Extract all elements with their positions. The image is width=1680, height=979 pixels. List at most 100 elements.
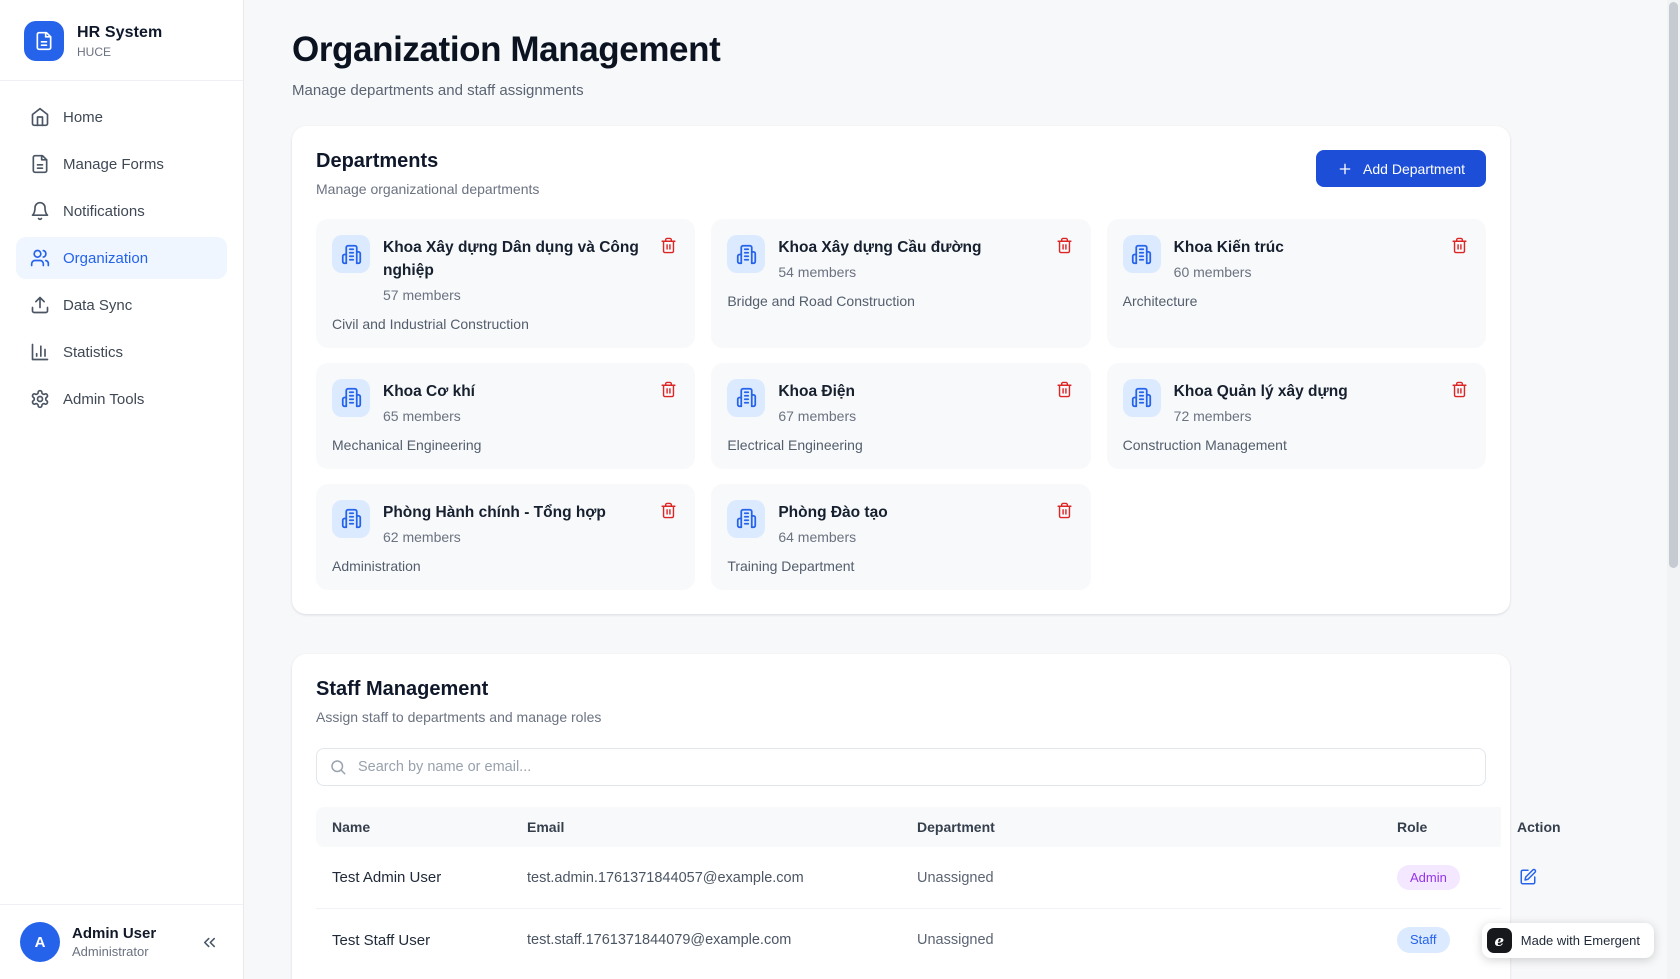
department-description: Training Department	[727, 558, 1074, 574]
trash-icon	[1056, 502, 1073, 519]
department-description: Civil and Industrial Construction	[332, 316, 679, 332]
staff-email: test.admin.1761371844057@example.com	[511, 847, 901, 909]
gear-icon	[30, 389, 50, 409]
forms-icon	[30, 154, 50, 174]
sidebar-collapse-button[interactable]	[196, 929, 223, 956]
home-icon	[30, 107, 50, 127]
page-subtitle: Manage departments and staff assignments	[292, 82, 1510, 99]
sidebar-nav: Home Manage Forms Notifications Organiza…	[0, 81, 243, 435]
department-members: 54 members	[778, 264, 1040, 280]
sidebar-item-notifications[interactable]: Notifications	[16, 190, 227, 232]
department-card: Khoa Xây dựng Dân dụng và Công nghiệp 57…	[316, 219, 695, 348]
table-header-row: Name Email Department Role Action	[316, 807, 1501, 847]
delete-department-button[interactable]	[658, 235, 679, 256]
bell-icon	[30, 201, 50, 221]
edit-icon	[1519, 868, 1537, 886]
sidebar-item-label: Home	[63, 109, 103, 126]
department-members: 62 members	[383, 529, 645, 545]
department-description: Electrical Engineering	[727, 437, 1074, 453]
main-content: Organization Management Manage departmen…	[244, 0, 1680, 979]
department-name: Phòng Đào tạo	[778, 502, 1040, 525]
departments-subtitle: Manage organizational departments	[316, 181, 539, 197]
made-with-emergent-badge[interactable]: e Made with Emergent	[1482, 923, 1654, 958]
building-icon	[1123, 379, 1161, 417]
departments-grid: Khoa Xây dựng Dân dụng và Công nghiệp 57…	[316, 219, 1486, 590]
sidebar: HR System HUCE Home Manage Forms Notific…	[0, 0, 244, 979]
users-icon	[30, 248, 50, 268]
trash-icon	[1056, 237, 1073, 254]
search-input[interactable]	[316, 748, 1486, 786]
sidebar-item-label: Manage Forms	[63, 156, 164, 173]
sidebar-item-home[interactable]: Home	[16, 96, 227, 138]
department-members: 57 members	[383, 287, 645, 303]
trash-icon	[1056, 381, 1073, 398]
department-name: Khoa Cơ khí	[383, 381, 645, 404]
department-name: Phòng Hành chính - Tổng hợp	[383, 502, 645, 525]
trash-icon	[1451, 381, 1468, 398]
delete-department-button[interactable]	[1449, 235, 1470, 256]
sidebar-item-organization[interactable]: Organization	[16, 237, 227, 279]
table-row: Test Admin User test.admin.1761371844057…	[316, 847, 1501, 909]
department-members: 64 members	[778, 529, 1040, 545]
sidebar-item-statistics[interactable]: Statistics	[16, 331, 227, 373]
department-card: Khoa Kiến trúc 60 members Architecture	[1107, 219, 1486, 348]
delete-department-button[interactable]	[658, 500, 679, 521]
department-members: 72 members	[1174, 408, 1436, 424]
department-description: Mechanical Engineering	[332, 437, 679, 453]
app-subtitle: HUCE	[77, 45, 162, 59]
sidebar-item-label: Statistics	[63, 344, 123, 361]
sidebar-user-section: A Admin User Administrator	[0, 904, 243, 979]
department-description: Architecture	[1123, 293, 1470, 309]
staff-name: Test Admin User	[316, 847, 511, 909]
edit-staff-button[interactable]	[1517, 866, 1539, 888]
delete-department-button[interactable]	[1054, 379, 1075, 400]
page-title: Organization Management	[292, 30, 1510, 70]
department-name: Khoa Quản lý xây dựng	[1174, 381, 1436, 404]
building-icon	[332, 500, 370, 538]
trash-icon	[660, 237, 677, 254]
staff-department: Unassigned	[901, 847, 1381, 909]
search-icon	[329, 758, 347, 776]
staff-search	[316, 748, 1486, 786]
sidebar-item-manage-forms[interactable]: Manage Forms	[16, 143, 227, 185]
role-badge: Staff	[1397, 927, 1450, 953]
staff-email: test.staff.1761371844079@example.com	[511, 909, 901, 971]
chevrons-left-icon	[200, 933, 219, 952]
column-header-name: Name	[316, 807, 511, 847]
building-icon	[332, 235, 370, 273]
sidebar-item-data-sync[interactable]: Data Sync	[16, 284, 227, 326]
delete-department-button[interactable]	[1054, 500, 1075, 521]
table-row: Test Staff User test.staff.1761371844079…	[316, 909, 1501, 971]
staff-title: Staff Management	[316, 678, 1486, 701]
scrollbar-thumb[interactable]	[1669, 2, 1678, 568]
user-name: Admin User	[72, 925, 156, 942]
column-header-email: Email	[511, 807, 901, 847]
plus-icon	[1337, 161, 1353, 177]
sidebar-item-label: Admin Tools	[63, 391, 144, 408]
department-members: 60 members	[1174, 264, 1436, 280]
sidebar-item-admin-tools[interactable]: Admin Tools	[16, 378, 227, 420]
building-icon	[727, 379, 765, 417]
delete-department-button[interactable]	[658, 379, 679, 400]
delete-department-button[interactable]	[1449, 379, 1470, 400]
staff-subtitle: Assign staff to departments and manage r…	[316, 709, 1486, 725]
building-icon	[727, 500, 765, 538]
sidebar-item-label: Notifications	[63, 203, 145, 220]
sidebar-item-label: Organization	[63, 250, 148, 267]
delete-department-button[interactable]	[1054, 235, 1075, 256]
column-header-role: Role	[1381, 807, 1501, 847]
building-icon	[727, 235, 765, 273]
department-card: Khoa Xây dựng Cầu đường 54 members Bridg…	[711, 219, 1090, 348]
building-icon	[1123, 235, 1161, 273]
department-name: Khoa Xây dựng Dân dụng và Công nghiệp	[383, 237, 645, 283]
department-members: 67 members	[778, 408, 1040, 424]
staff-department: Unassigned	[901, 909, 1381, 971]
department-name: Khoa Điện	[778, 381, 1040, 404]
add-department-button[interactable]: Add Department	[1316, 150, 1486, 187]
app-title: HR System	[77, 24, 162, 42]
department-members: 65 members	[383, 408, 645, 424]
staff-name: Test Staff User	[316, 909, 511, 971]
department-card: Phòng Đào tạo 64 members Training Depart…	[711, 484, 1090, 590]
trash-icon	[1451, 237, 1468, 254]
column-header-department: Department	[901, 807, 1381, 847]
